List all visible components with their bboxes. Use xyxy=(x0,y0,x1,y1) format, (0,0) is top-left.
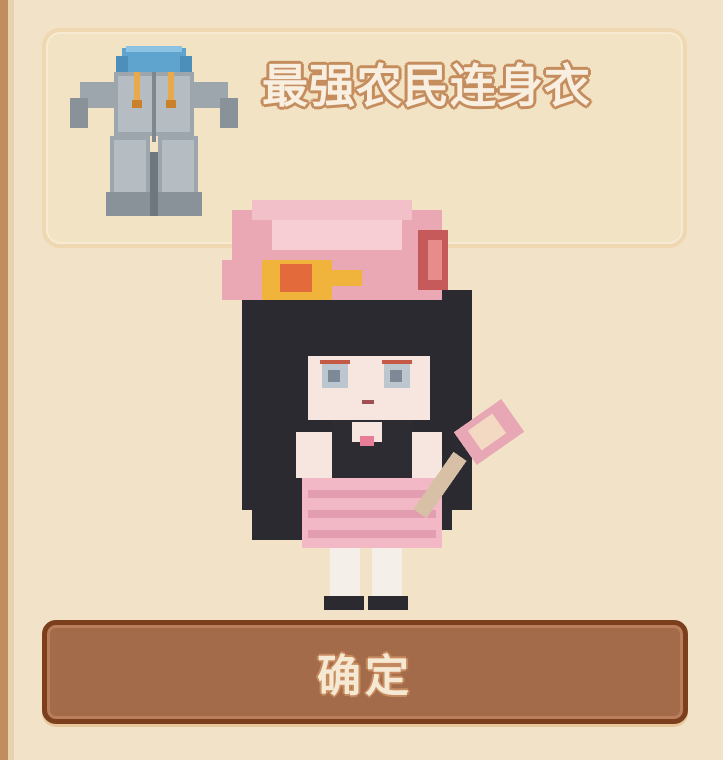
panel-left-border xyxy=(0,0,14,760)
confirm-button-label: 确定 xyxy=(317,651,413,702)
chibi-girl-avatar xyxy=(222,200,525,610)
overalls-icon xyxy=(70,46,238,216)
confirm-button[interactable]: 确定 xyxy=(42,620,688,724)
reward-panel: 最强农民连身衣 确定 xyxy=(0,0,723,760)
item-name: 最强农民连身衣 xyxy=(262,59,591,113)
